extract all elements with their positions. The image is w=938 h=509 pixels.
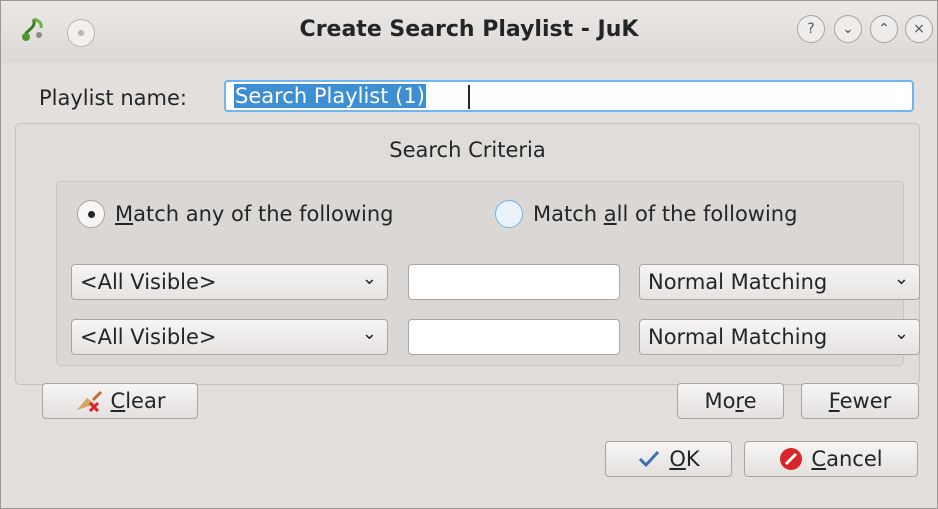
criteria-panel: Match any of the following Match all of …	[56, 181, 920, 366]
chevron-down-icon: ⌄	[893, 268, 909, 289]
help-button[interactable]: ?	[797, 15, 825, 43]
cancel-label: Cancel	[811, 447, 883, 471]
checkmark-icon	[639, 450, 660, 468]
search-text-input-1[interactable]	[408, 264, 620, 300]
more-label: More	[704, 389, 757, 413]
match-all-label: Match all of the following	[533, 202, 798, 226]
ok-label: OK	[669, 447, 700, 471]
match-any-radio[interactable]: Match any of the following	[77, 200, 394, 228]
text-caret	[468, 85, 470, 109]
matching-select-2-value: Normal Matching	[648, 325, 828, 349]
match-any-radio-indicator[interactable]	[77, 200, 105, 228]
clear-label: Clear	[110, 389, 166, 413]
minimize-button[interactable]: ⌄	[834, 15, 862, 43]
playlist-name-input[interactable]: Search Playlist (1)	[224, 80, 914, 112]
matching-select-1-value: Normal Matching	[648, 270, 828, 294]
match-all-radio[interactable]: Match all of the following	[495, 200, 797, 228]
title-bar[interactable]: Create Search Playlist - JuK ? ⌄ ⌃ ×	[1, 1, 937, 63]
dialog-window: Create Search Playlist - JuK ? ⌄ ⌃ × Pla…	[0, 0, 938, 509]
maximize-button[interactable]: ⌃	[870, 15, 898, 43]
chevron-down-icon: ⌄	[361, 268, 377, 289]
search-criteria-group: Search Criteria Match any of the followi…	[15, 123, 920, 385]
cancel-icon	[780, 448, 803, 470]
clear-button[interactable]: Clear	[42, 383, 198, 419]
playlist-name-label: Playlist name:	[39, 86, 187, 110]
cancel-button[interactable]: Cancel	[744, 441, 918, 477]
close-icon: ×	[913, 21, 925, 37]
field-select-2[interactable]: <All Visible> ⌄	[71, 319, 388, 355]
fewer-label: Fewer	[828, 389, 892, 413]
ok-button[interactable]: OK	[605, 441, 732, 477]
playlist-name-selected-text: Search Playlist (1)	[234, 84, 426, 108]
search-criteria-title: Search Criteria	[389, 138, 546, 162]
fewer-button[interactable]: Fewer	[801, 383, 919, 419]
maximize-icon: ⌃	[878, 21, 890, 37]
chevron-down-icon: ⌄	[893, 323, 909, 344]
minimize-icon: ⌄	[842, 21, 854, 37]
field-select-2-value: <All Visible>	[80, 325, 217, 349]
match-any-label: Match any of the following	[115, 202, 394, 226]
help-icon: ?	[807, 21, 815, 37]
field-select-1-value: <All Visible>	[80, 270, 217, 294]
chevron-down-icon: ⌄	[361, 323, 377, 344]
close-button[interactable]: ×	[905, 15, 933, 43]
matching-select-1[interactable]: Normal Matching ⌄	[639, 264, 920, 300]
matching-select-2[interactable]: Normal Matching ⌄	[639, 319, 920, 355]
broom-icon	[76, 390, 102, 412]
more-button[interactable]: More	[677, 383, 784, 419]
search-text-input-2[interactable]	[408, 319, 620, 355]
match-all-radio-indicator[interactable]	[495, 200, 523, 228]
field-select-1[interactable]: <All Visible> ⌄	[71, 264, 388, 300]
